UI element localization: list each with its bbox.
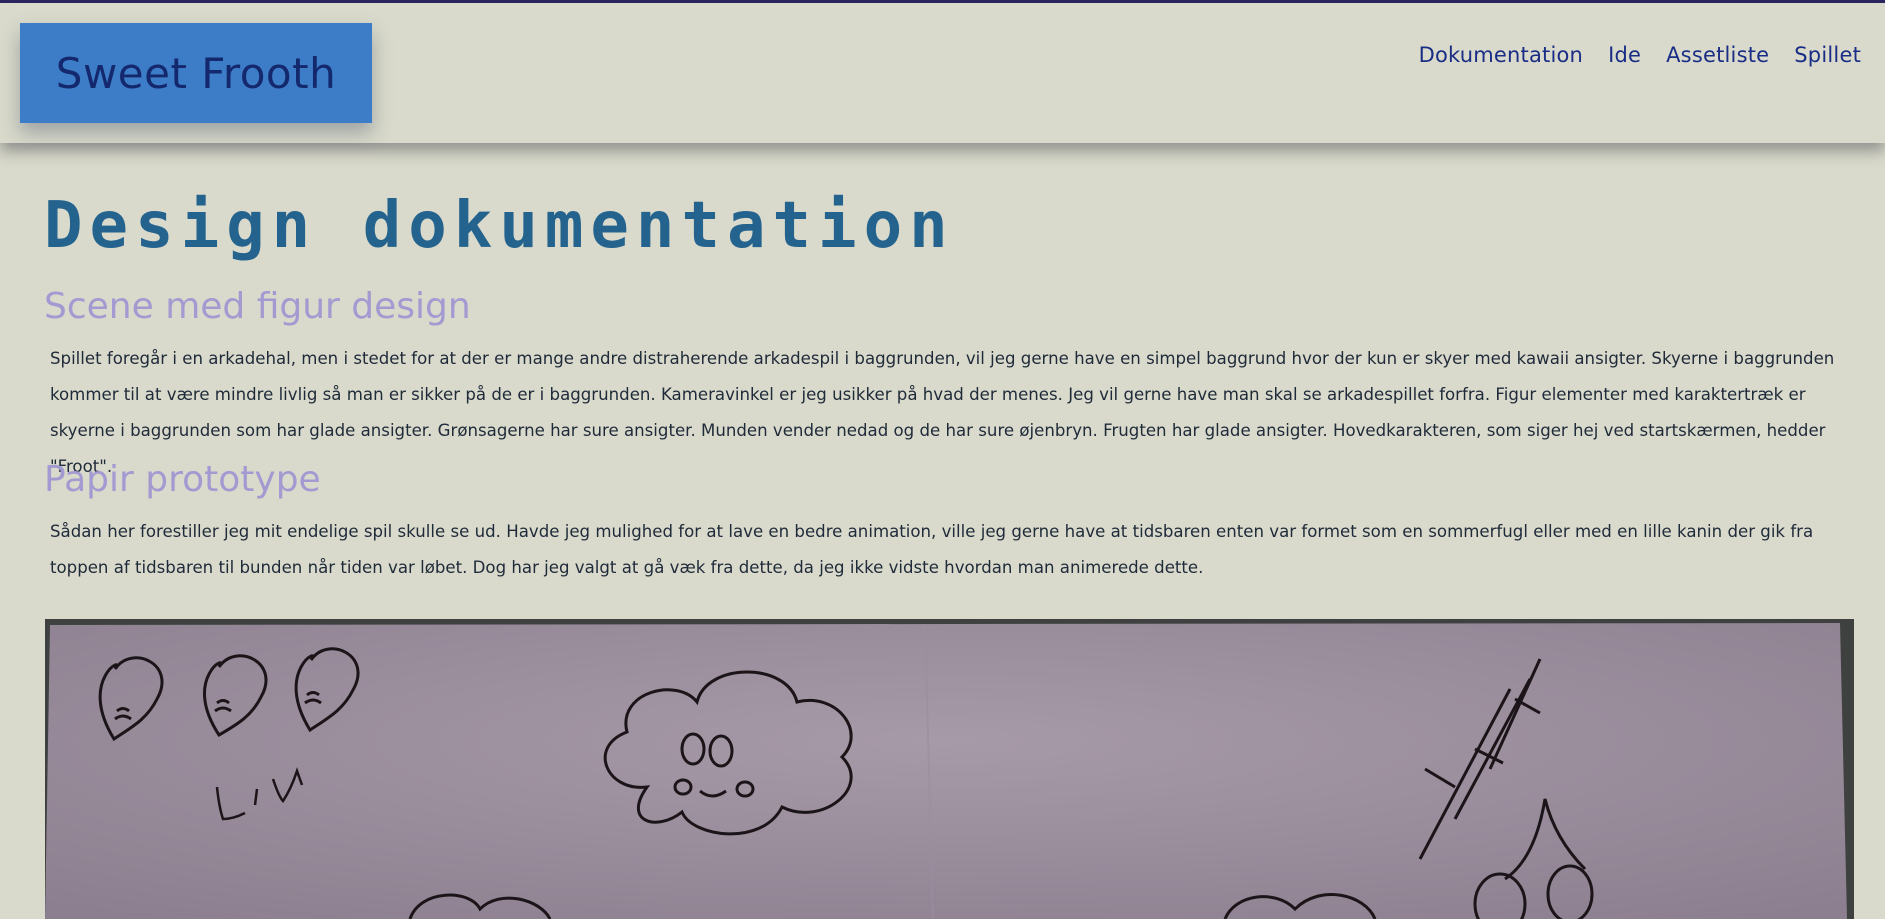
- logo-text: Sweet Frooth: [55, 48, 337, 98]
- nav-link-assetliste[interactable]: Assetliste: [1666, 43, 1769, 67]
- section-text-scene: Spillet foregår i en arkadehal, men i st…: [50, 349, 1835, 476]
- section-heading-scene: Scene med figur design: [44, 286, 471, 327]
- main-content: Design dokumentation Scene med figur des…: [0, 143, 1885, 919]
- section-heading-prototype: Papir prototype: [44, 459, 321, 500]
- main-nav: Dokumentation Ide Assetliste Spillet: [1419, 43, 1861, 67]
- site-header: Sweet Frooth Dokumentation Ide Assetlist…: [0, 3, 1885, 143]
- page-title: Design dokumentation: [44, 189, 955, 263]
- logo[interactable]: Sweet Frooth: [20, 23, 372, 123]
- nav-link-ide[interactable]: Ide: [1608, 43, 1641, 67]
- section-text-prototype: Sådan her forestiller jeg mit endelige s…: [50, 522, 1814, 577]
- nav-link-spillet[interactable]: Spillet: [1794, 43, 1861, 67]
- paper-prototype-drawing: [45, 619, 1854, 919]
- nav-link-dokumentation[interactable]: Dokumentation: [1419, 43, 1583, 67]
- paper-prototype-photo: [45, 619, 1854, 919]
